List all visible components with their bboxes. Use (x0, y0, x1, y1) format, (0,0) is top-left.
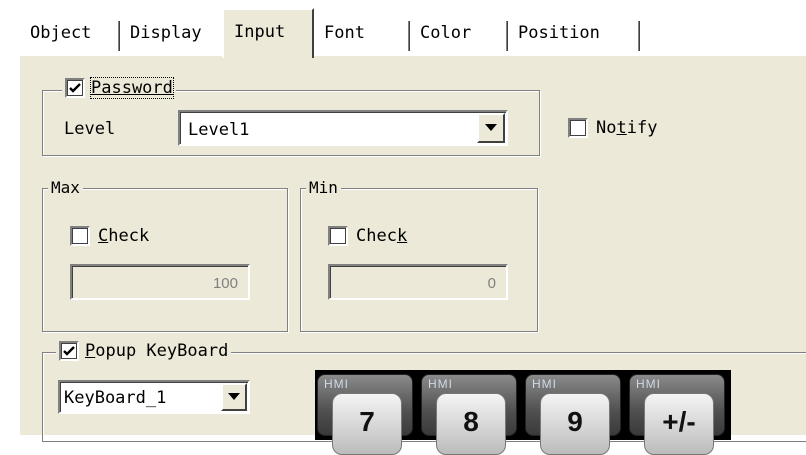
tab-position-label: Position (518, 23, 600, 43)
min-group (300, 188, 538, 332)
notify-label-post: ify (626, 118, 658, 138)
keyboard-value: KeyBoard_1 (64, 388, 167, 408)
tab-baseline (18, 54, 806, 56)
checkmark-icon (63, 346, 75, 356)
popup-keyboard-checkbox-row[interactable]: Popup KeyBoard (56, 341, 232, 361)
max-check-label: Check (98, 226, 149, 246)
popup-keyboard-label-u: P (85, 341, 96, 361)
keypad-preview: HMI 7 HMI 8 HMI 9 HMI +/- (315, 370, 731, 455)
key-8-label: 8 (436, 393, 506, 455)
tab-object[interactable]: Object (20, 16, 120, 54)
max-value: 100 (212, 275, 238, 292)
keypad-key-8[interactable]: HMI 8 (421, 374, 517, 455)
max-check-label-rest: heck (108, 226, 150, 246)
keypad-key-plusminus[interactable]: HMI +/- (629, 374, 725, 455)
min-check-label-u: k (396, 226, 408, 246)
level-label: Level (64, 119, 116, 139)
notify-checkbox-row[interactable]: Notify (568, 118, 657, 138)
tab-font[interactable]: Font (314, 16, 410, 54)
max-legend: Max (48, 178, 83, 198)
popup-keyboard-checkbox[interactable] (59, 341, 79, 361)
min-value-field[interactable]: 0 (328, 264, 508, 300)
key-9-label: 9 (540, 393, 610, 455)
tab-color-label: Color (420, 23, 472, 43)
chevron-down-icon (485, 124, 497, 131)
tab-display-label: Display (130, 23, 202, 43)
keypad-key-9[interactable]: HMI 9 (525, 374, 621, 455)
tab-position[interactable]: Position (508, 16, 640, 54)
key-watermark: HMI (324, 377, 349, 391)
key-watermark: HMI (532, 377, 557, 391)
keyboard-combobox[interactable]: KeyBoard_1 (58, 380, 250, 414)
min-legend: Min (306, 178, 341, 198)
tab-object-label: Object (30, 23, 92, 43)
popup-keyboard-label-rest: opup KeyBoard (95, 341, 229, 361)
level-value: Level1 (188, 120, 250, 140)
notify-label-pre: No (596, 118, 617, 138)
keyboard-dropdown-button[interactable] (221, 383, 247, 411)
key-watermark: HMI (428, 377, 453, 391)
popup-keyboard-label: Popup KeyBoard (85, 341, 228, 361)
key-watermark: HMI (636, 377, 661, 391)
max-check-row[interactable]: Check (70, 226, 149, 246)
tab-color[interactable]: Color (410, 16, 508, 54)
max-group (42, 188, 288, 332)
min-value: 0 (487, 275, 496, 292)
password-checkbox-row[interactable]: Password (62, 77, 176, 99)
tab-input-label: Input (234, 22, 286, 42)
min-check-checkbox[interactable] (328, 226, 348, 246)
password-checkbox[interactable] (65, 78, 85, 98)
notify-label-u: t (616, 118, 627, 138)
chevron-down-icon (228, 393, 240, 400)
tab-input[interactable]: Input (222, 8, 314, 58)
max-value-field[interactable]: 100 (70, 264, 250, 300)
tab-strip: Object Display Input Font Color Position (0, 0, 806, 58)
max-check-label-u: C (98, 226, 109, 246)
tab-font-label: Font (324, 23, 365, 43)
level-combobox[interactable]: Level1 (178, 110, 508, 146)
keypad-key-7[interactable]: HMI 7 (317, 374, 413, 455)
key-7-label: 7 (332, 393, 402, 455)
level-dropdown-button[interactable] (477, 113, 505, 143)
tab-display[interactable]: Display (120, 16, 226, 54)
notify-checkbox[interactable] (568, 118, 588, 138)
notify-label: Notify (596, 118, 657, 138)
password-label-text: Password (91, 78, 173, 98)
min-check-row[interactable]: Check (328, 226, 407, 246)
checkmark-icon (69, 83, 81, 93)
min-check-label-pre: Chec (356, 226, 397, 246)
max-check-checkbox[interactable] (70, 226, 90, 246)
password-label: Password (90, 77, 174, 99)
key-plusminus-label: +/- (644, 393, 714, 455)
min-check-label: Check (356, 226, 407, 246)
